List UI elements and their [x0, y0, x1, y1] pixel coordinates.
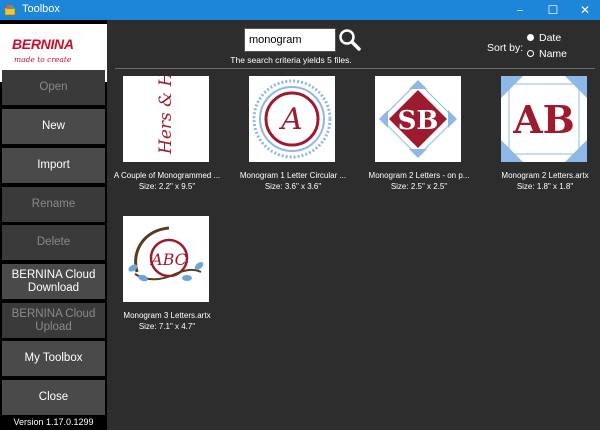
sort-date-radio[interactable]: Date [527, 32, 597, 45]
file-size: Size: 2.2" x 9.5" [138, 182, 196, 191]
import-button[interactable]: Import [2, 148, 105, 183]
cloud-download-button[interactable]: BERNINA Cloud Download [2, 264, 105, 299]
maximize-button[interactable]: ☐ [538, 0, 568, 20]
rename-button[interactable]: Rename [2, 187, 105, 222]
search-input[interactable] [244, 28, 336, 52]
monogram-text: AB [512, 97, 575, 142]
monogram-text: Hers & His [156, 76, 176, 155]
file-thumbnail: SB [375, 76, 461, 162]
radio-unselected-icon [527, 50, 534, 57]
sort-name-radio[interactable]: Name [527, 48, 597, 61]
file-thumbnail: Hers & His [123, 57, 209, 162]
hers-his-monogram-image: Hers & His [156, 57, 176, 155]
open-button[interactable]: Open [2, 70, 105, 105]
file-size: Size: 3.6" x 3.6" [264, 182, 322, 191]
file-thumbnail: ABC [123, 216, 209, 302]
radio-selected-icon [527, 34, 534, 41]
monogram-text: SB [398, 106, 439, 136]
sort-date-label: Date [539, 32, 562, 44]
file-size: Size: 1.8" x 1.8" [516, 182, 574, 191]
file-size: Size: 7.1" x 4.7" [138, 322, 196, 331]
file-name: Monogram 3 Letters.artx [123, 311, 211, 320]
search-icon[interactable] [338, 28, 362, 52]
file-name: Monogram 2 Letters.artx [501, 171, 589, 180]
my-toolbox-button[interactable]: My Toolbox [2, 341, 105, 376]
delete-button[interactable]: Delete [2, 225, 105, 260]
file-name: Monogram 1 Letter Circular ... [239, 171, 347, 180]
cloud-upload-button[interactable]: BERNINA Cloud Upload [2, 303, 105, 338]
window-title: Toolbox [22, 3, 60, 15]
file-name: Monogram 2 Letters - on p... [368, 171, 470, 180]
diamond-monogram-image: SB [379, 80, 457, 158]
file-thumbnail: AB [501, 76, 587, 162]
toolbox-app-icon [4, 5, 16, 16]
version-label: Version 1.17.0.1299 [13, 417, 94, 427]
sort-label: Sort by: [487, 42, 524, 54]
monogram-text: A [278, 102, 303, 137]
title-bar: Toolbox – ☐ ✕ [0, 0, 600, 20]
square-monogram-image: AB [501, 76, 587, 162]
divider [115, 68, 595, 69]
file-size: Size: 2.5" x 2.5" [390, 182, 448, 191]
sidebar: BERNINA made to create Open New Import R… [0, 20, 107, 430]
brand-tagline: made to create [14, 55, 72, 64]
file-thumbnail: A [249, 76, 335, 162]
brand-name: BERNINA [12, 36, 74, 52]
wreath-monogram-image: ABC [128, 226, 204, 282]
close-button[interactable]: Close [2, 380, 105, 415]
close-window-button[interactable]: ✕ [570, 0, 600, 20]
monogram-text: ABC [149, 250, 187, 269]
minimize-button[interactable]: – [505, 0, 535, 20]
sort-name-label: Name [539, 48, 568, 60]
search-result-info: The search criteria yields 5 files. [230, 55, 352, 65]
file-name: A Couple of Monogrammed ... [113, 171, 221, 180]
file-browser: The search criteria yields 5 files. Sort… [107, 20, 600, 430]
new-button[interactable]: New [2, 109, 105, 144]
circular-monogram-image: A [252, 79, 332, 159]
